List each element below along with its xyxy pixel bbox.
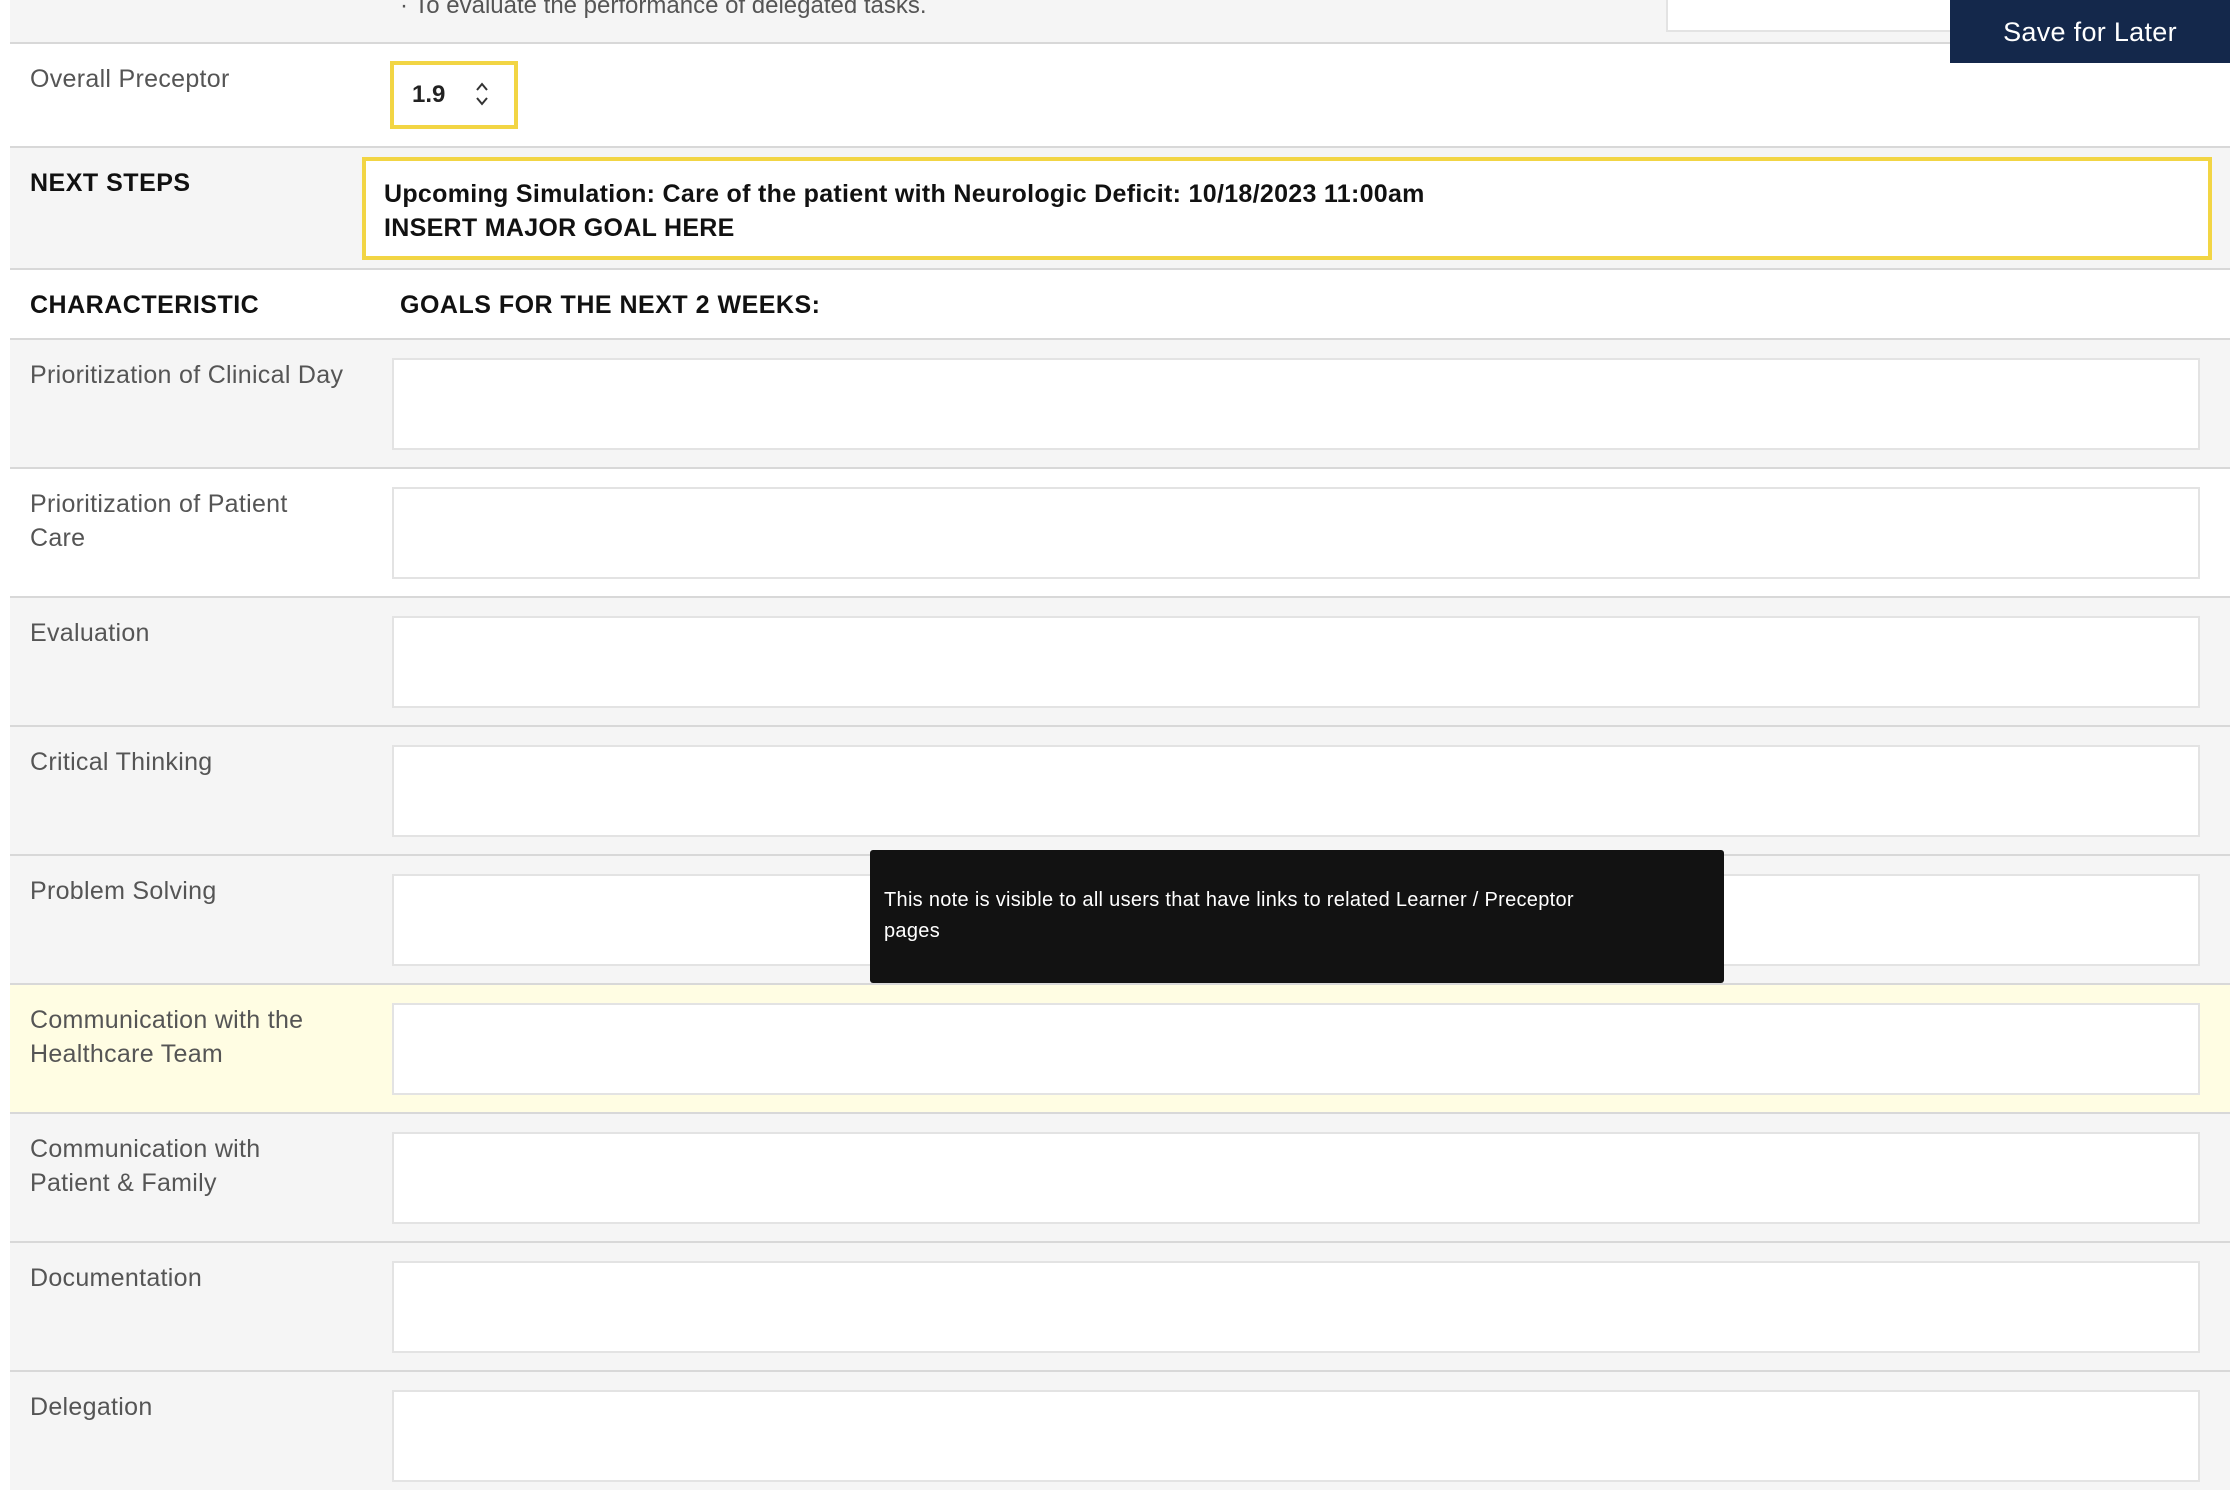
table-row: Prioritization of Clinical Day — [10, 340, 2230, 469]
characteristic-label: Prioritization of Patient Care — [30, 487, 288, 555]
table-row: Prioritization of Patient Care — [10, 469, 2230, 598]
goal-textarea-prioritization-patient-care[interactable] — [392, 487, 2200, 579]
goal-textarea-evaluation[interactable] — [392, 616, 2200, 708]
next-steps-line: INSERT MAJOR GOAL HERE — [384, 214, 735, 242]
label-line: Care — [30, 524, 86, 552]
characteristic-label: Evaluation — [30, 616, 150, 650]
overall-preceptor-value[interactable]: 1.9 — [412, 81, 445, 109]
overall-preceptor-label: Overall Preceptor — [30, 65, 230, 93]
label-line: Healthcare Team — [30, 1040, 224, 1068]
characteristic-label: Critical Thinking — [30, 745, 212, 779]
table-row: Communication with the Healthcare Team — [10, 985, 2230, 1114]
score-input-partial[interactable] — [1666, 0, 1966, 32]
table-row: Documentation — [10, 1243, 2230, 1372]
goal-textarea-delegation[interactable] — [392, 1390, 2200, 1482]
overall-preceptor-row: Overall Preceptor — [10, 44, 2230, 148]
table-header-row: CHARACTERISTIC GOALS FOR THE NEXT 2 WEEK… — [10, 270, 2230, 340]
table-row: Critical Thinking — [10, 727, 2230, 856]
goal-textarea-documentation[interactable] — [392, 1261, 2200, 1353]
next-steps-textbox[interactable]: Upcoming Simulation: Care of the patient… — [362, 157, 2212, 260]
tooltip-line: pages — [884, 920, 940, 942]
label-line: Prioritization of Clinical Day — [30, 361, 344, 389]
table-row: Communication with Patient & Family — [10, 1114, 2230, 1243]
table-row: Delegation — [10, 1372, 2230, 1490]
goal-textarea-critical-thinking[interactable] — [392, 745, 2200, 837]
preceptor-evaluation-page: · To evaluate the performance of delegat… — [0, 0, 2230, 1490]
characteristic-label: Documentation — [30, 1261, 202, 1295]
characteristic-label: Communication with Patient & Family — [30, 1132, 261, 1200]
spinner-arrows-icon[interactable] — [472, 79, 492, 109]
label-line: Problem Solving — [30, 877, 217, 905]
characteristic-header: CHARACTERISTIC — [30, 291, 260, 319]
characteristic-label: Prioritization of Clinical Day — [30, 358, 343, 392]
table-row: Evaluation — [10, 598, 2230, 727]
goals-header: GOALS FOR THE NEXT 2 WEEKS: — [400, 291, 821, 319]
goal-textarea-prioritization-clinical-day[interactable] — [392, 358, 2200, 450]
characteristic-label: Communication with the Healthcare Team — [30, 1003, 303, 1071]
next-steps-label: NEXT STEPS — [30, 169, 191, 197]
characteristic-label: Problem Solving — [30, 874, 217, 908]
overall-preceptor-number-input[interactable]: 1.9 — [390, 61, 518, 129]
label-line: Critical Thinking — [30, 748, 213, 776]
label-line: Communication with — [30, 1135, 261, 1163]
tooltip-line: This note is visible to all users that h… — [884, 889, 1574, 911]
label-line: Prioritization of Patient — [30, 490, 288, 518]
note-visibility-tooltip: This note is visible to all users that h… — [870, 850, 1724, 983]
label-line: Communication with the — [30, 1006, 304, 1034]
goal-textarea-communication-healthcare-team[interactable] — [392, 1003, 2200, 1095]
delegation-bullet-text: · To evaluate the performance of delegat… — [400, 0, 927, 19]
label-line: Delegation — [30, 1393, 153, 1421]
delegation-description-row: · To evaluate the performance of delegat… — [10, 0, 2230, 44]
label-line: Evaluation — [30, 619, 150, 647]
save-for-later-button[interactable]: Save for Later — [1950, 0, 2230, 63]
goal-textarea-communication-patient-family[interactable] — [392, 1132, 2200, 1224]
characteristic-label: Delegation — [30, 1390, 153, 1424]
label-line: Documentation — [30, 1264, 203, 1292]
next-steps-line: Upcoming Simulation: Care of the patient… — [384, 180, 1425, 208]
label-line: Patient & Family — [30, 1169, 217, 1197]
